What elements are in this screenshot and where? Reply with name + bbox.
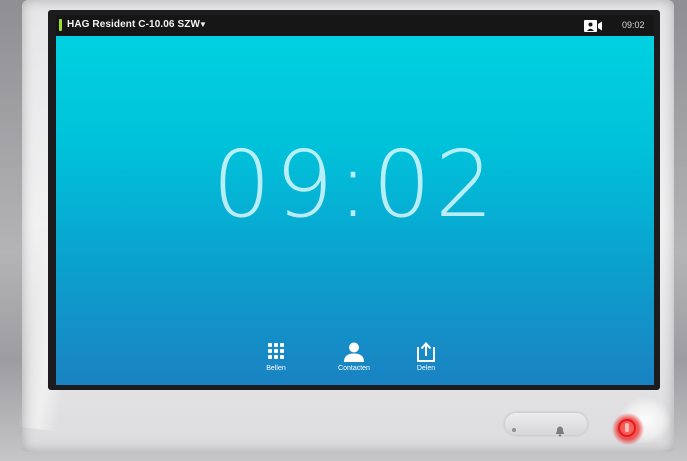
touch-screen: HAG Resident C-10.06 SZW ▼ 09:02 09:02 B… bbox=[56, 15, 654, 385]
hardware-button-strip bbox=[505, 413, 587, 435]
keypad-icon bbox=[268, 343, 284, 359]
dropdown-caret-icon[interactable]: ▼ bbox=[199, 20, 207, 29]
status-time: 09:02 bbox=[622, 20, 645, 30]
dock-label-delen: Delen bbox=[416, 365, 436, 372]
status-bar: HAG Resident C-10.06 SZW ▼ 09:02 bbox=[56, 15, 654, 36]
share-upload-icon bbox=[417, 342, 435, 362]
microphone-mute-icon bbox=[625, 423, 629, 432]
person-icon bbox=[344, 342, 364, 362]
dock-item-bellen[interactable]: Bellen bbox=[246, 341, 306, 372]
dot-icon[interactable] bbox=[512, 428, 516, 432]
dock-item-delen[interactable]: Delen bbox=[396, 341, 456, 372]
camera-self-view-icon[interactable] bbox=[584, 20, 602, 32]
device-photo: HAG Resident C-10.06 SZW ▼ 09:02 09:02 B… bbox=[0, 0, 687, 461]
bell-icon[interactable] bbox=[554, 425, 566, 437]
device-name-label[interactable]: HAG Resident C-10.06 SZW bbox=[67, 19, 200, 30]
big-clock: 09:02 bbox=[212, 131, 498, 238]
dock: Bellen Contacten Delen bbox=[56, 341, 654, 381]
dock-label-bellen: Bellen bbox=[266, 365, 286, 372]
dock-item-contacten[interactable]: Contacten bbox=[324, 341, 384, 372]
dock-label-contacten: Contacten bbox=[338, 365, 370, 372]
status-indicator bbox=[59, 19, 62, 31]
